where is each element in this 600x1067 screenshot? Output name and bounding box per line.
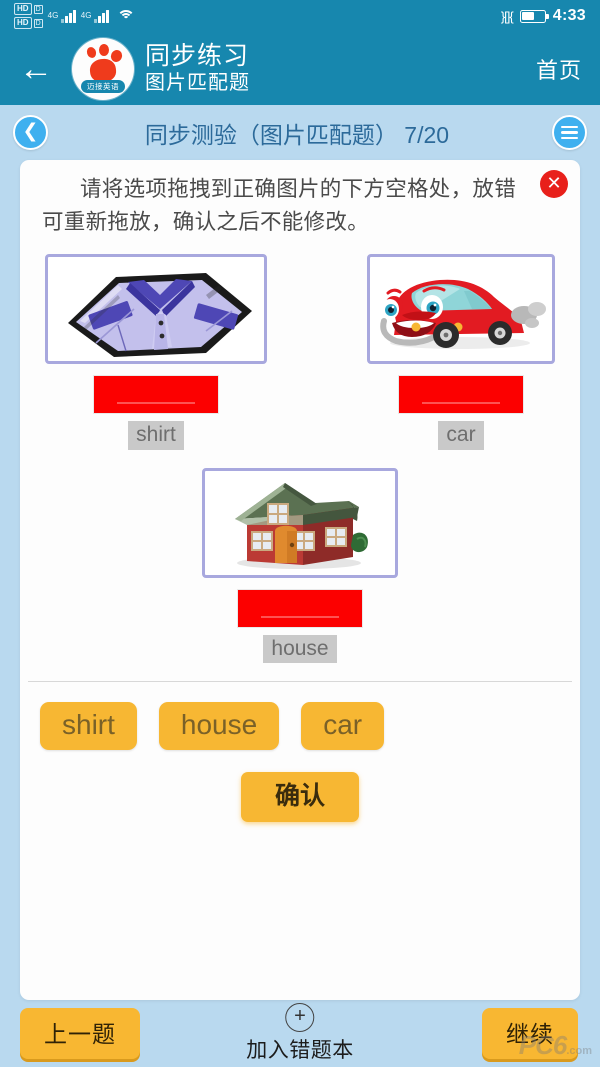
signal-bars-icon-2: [94, 9, 109, 23]
app-title-group: 同步练习 图片匹配题: [145, 42, 250, 96]
signal-group-1: 4G: [47, 9, 76, 23]
battery-icon: [519, 9, 549, 23]
app-brand: 迈接英语 同步练习 图片匹配题: [72, 37, 250, 100]
drop-slot-car[interactable]: [399, 376, 523, 414]
app-root: HD D HD D 4G 4G }[]{ 4:33 ← 迈接英语 同步练习 图片…: [0, 0, 600, 1067]
wifi-icon: [116, 9, 135, 23]
confirm-button[interactable]: 确认: [240, 771, 359, 822]
app-title: 同步练习: [145, 41, 250, 70]
confirm-row: 确认: [20, 771, 580, 822]
next-question-button[interactable]: 继续: [482, 1008, 578, 1059]
hd-icon-2: HD: [14, 17, 32, 29]
status-right-group: }[]{ 4:33: [501, 7, 586, 25]
hd-sub-icon-2: D: [33, 18, 43, 28]
hd-icon-1: HD: [14, 3, 32, 15]
plus-circle-icon: +: [285, 1003, 315, 1032]
drop-slot-shirt[interactable]: [94, 376, 218, 414]
back-arrow-icon[interactable]: ←: [0, 32, 72, 105]
status-clock: 4:33: [552, 7, 586, 24]
add-to-wrongbook-button[interactable]: + 加入错题本: [246, 1003, 354, 1064]
picture-row-top: shirt car: [20, 254, 580, 450]
bottom-toolbar: 上一题 + 加入错题本 继续: [0, 1000, 600, 1067]
word-chip-car[interactable]: car: [301, 701, 385, 750]
sub-header: ❮ 同步测验（图片匹配题） 7/20: [0, 105, 600, 160]
instruction-text: 请将选项拖拽到正确图片的下方空格处，放错可重新拖放，确认之后不能修改。: [42, 177, 517, 234]
app-header: ← 迈接英语 同步练习 图片匹配题 首页: [0, 32, 600, 105]
word-chip-house[interactable]: house: [158, 701, 280, 750]
quiz-title: 同步测验（图片匹配题） 7/20: [144, 121, 450, 148]
match-item-shirt: shirt: [45, 254, 267, 450]
prev-question-button[interactable]: 上一题: [20, 1008, 140, 1059]
home-button[interactable]: 首页: [536, 53, 582, 85]
hd-indicator-group: HD D HD D: [14, 3, 43, 29]
drop-slot-house[interactable]: [238, 589, 362, 627]
answer-tag-car: car: [438, 421, 484, 450]
status-left-group: HD D HD D 4G 4G: [14, 3, 135, 29]
hd-sub-icon-1: D: [33, 4, 43, 14]
word-bank: shirt house car: [20, 682, 580, 750]
match-item-car: car: [367, 254, 555, 450]
signal-bars-icon-1: [61, 9, 76, 23]
hamburger-menu-icon[interactable]: [552, 115, 587, 150]
logo-banner-text: 迈接英语: [81, 79, 125, 93]
question-card: ✕ 请将选项拖拽到正确图片的下方空格处，放错可重新拖放，确认之后不能修改。 sh…: [20, 160, 580, 1000]
status-bar: HD D HD D 4G 4G }[]{ 4:33: [0, 0, 600, 32]
paw-logo-icon: 迈接英语: [72, 37, 134, 100]
word-chip-shirt[interactable]: shirt: [40, 701, 137, 750]
car-image: [367, 254, 555, 365]
vibrate-icon: }[]{: [500, 8, 514, 24]
signal-group-2: 4G: [80, 9, 109, 23]
shirt-image: [45, 254, 267, 365]
app-subtitle: 图片匹配题: [145, 72, 250, 95]
close-x-icon[interactable]: ✕: [540, 170, 568, 198]
house-image: [202, 467, 398, 578]
network-type-2: 4G: [80, 10, 92, 20]
answer-tag-shirt: shirt: [128, 421, 184, 450]
match-item-house: house: [202, 467, 398, 663]
picture-row-bottom: house: [20, 467, 580, 663]
network-type-1: 4G: [47, 10, 59, 20]
answer-tag-house: house: [263, 634, 337, 663]
add-to-wrongbook-label: 加入错题本: [246, 1039, 354, 1062]
